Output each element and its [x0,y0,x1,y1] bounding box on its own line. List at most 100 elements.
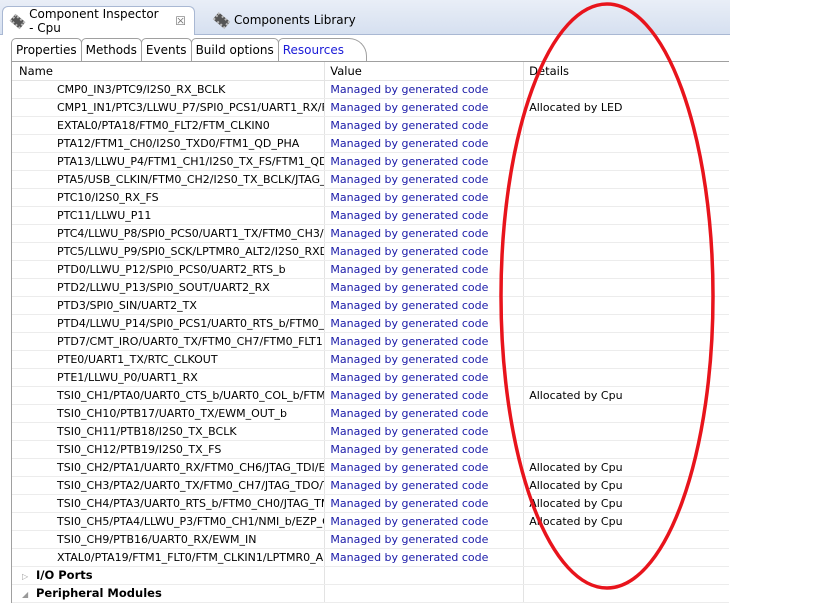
pin-value[interactable]: Managed by generated code [325,405,525,422]
tree-group-io-ports[interactable]: ▷ I/O Ports [12,567,729,585]
pin-value[interactable]: Managed by generated code [325,153,525,170]
pin-details [524,189,729,206]
table-row[interactable]: PTD0/LLWU_P12/SPI0_PCS0/UART2_RTS_b Manag… [12,261,729,279]
pin-value[interactable]: Managed by generated code [325,117,525,134]
pin-name: TSI0_CH11/PTB18/I2S0_TX_BCLK [12,423,326,440]
table-row[interactable]: PTD7/CMT_IRO/UART0_TX/FTM0_CH7/FTM0_FLT1… [12,333,729,351]
table-row[interactable]: CMP1_IN1/PTC3/LLWU_P7/SPI0_PCS1/UART1_RX… [12,99,729,117]
table-row[interactable]: TSI0_CH9/PTB16/UART0_RX/EWM_IN Managed by… [12,531,729,549]
expand-triangle-icon[interactable]: ▷ [22,568,36,584]
tab-build-options[interactable]: Build options [190,38,279,61]
table-row[interactable]: PTD4/LLWU_P14/SPI0_PCS1/UART0_RTS_b/FTM0… [12,315,729,333]
pin-details [524,441,729,458]
table-row[interactable]: PTC4/LLWU_P8/SPI0_PCS0/UART1_TX/FTM0_CH3… [12,225,729,243]
pin-details [524,261,729,278]
close-icon[interactable]: ☒ [175,14,186,28]
pin-name: CMP1_IN1/PTC3/LLWU_P7/SPI0_PCS1/UART1_RX… [12,99,326,116]
pin-value[interactable]: Managed by generated code [325,369,525,386]
pin-value[interactable]: Managed by generated code [325,423,525,440]
pin-name: PTA5/USB_CLKIN/FTM0_CH2/I2S0_TX_BCLK/JTA… [12,171,326,188]
group-label: I/O Ports [36,568,93,582]
pin-name: PTA13/LLWU_P4/FTM1_CH1/I2S0_TX_FS/FTM1_Q… [12,153,326,170]
pin-details [524,369,729,386]
table-row[interactable]: TSI0_CH12/PTB19/I2S0_TX_FS Managed by gen… [12,441,729,459]
pin-value[interactable]: Managed by generated code [325,297,525,314]
collapse-triangle-icon[interactable]: ◢ [22,586,36,602]
table-row[interactable]: PTA5/USB_CLKIN/FTM0_CH2/I2S0_TX_BCLK/JTA… [12,171,729,189]
pin-value[interactable]: Managed by generated code [325,99,525,116]
tab-events[interactable]: Events [140,38,192,61]
pin-value[interactable]: Managed by generated code [325,513,525,530]
tab-methods[interactable]: Methods [80,38,142,61]
pin-details [524,423,729,440]
table-row[interactable]: PTA12/FTM1_CH0/I2S0_TXD0/FTM1_QD_PHA Mana… [12,135,729,153]
table-row[interactable]: PTC11/LLWU_P11 Managed by generated code [12,207,729,225]
pin-details [524,117,729,134]
table-row[interactable]: PTA13/LLWU_P4/FTM1_CH1/I2S0_TX_FS/FTM1_Q… [12,153,729,171]
tab-components-library[interactable]: Components Library [206,6,364,34]
tab-properties[interactable]: Properties [11,38,82,61]
pin-value[interactable]: Managed by generated code [325,171,525,188]
pin-name: TSI0_CH2/PTA1/UART0_RX/FTM0_CH6/JTAG_TDI… [12,459,326,476]
inspector-tabs: Properties Methods Events Build options … [11,38,367,61]
pin-value[interactable]: Managed by generated code [325,207,525,224]
pin-value[interactable]: Managed by generated code [325,387,525,404]
pin-value[interactable]: Managed by generated code [325,351,525,368]
pin-details [524,135,729,152]
pin-name: PTD4/LLWU_P14/SPI0_PCS1/UART0_RTS_b/FTM0… [12,315,326,332]
pin-value[interactable]: Managed by generated code [325,459,525,476]
table-row[interactable]: TSI0_CH4/PTA3/UART0_RTS_b/FTM0_CH0/JTAG_… [12,495,729,513]
pin-value[interactable]: Managed by generated code [325,243,525,260]
column-header-value[interactable]: Value [325,62,525,80]
table-row[interactable]: PTE0/UART1_TX/RTC_CLKOUT Managed by gener… [12,351,729,369]
pin-name: PTC10/I2S0_RX_FS [12,189,326,206]
pin-value[interactable]: Managed by generated code [325,441,525,458]
tab-resources[interactable]: Resources [277,38,367,61]
pin-details [524,297,729,314]
column-header-name[interactable]: Name [12,62,326,80]
pin-value[interactable]: Managed by generated code [325,279,525,296]
pin-details: Allocated by Cpu [529,389,623,402]
table-row[interactable]: PTD2/LLWU_P13/SPI0_SOUT/UART2_RX Managed … [12,279,729,297]
pin-value[interactable]: Managed by generated code [325,225,525,242]
tree-group-peripheral-modules[interactable]: ◢ Peripheral Modules [12,585,729,603]
pin-value[interactable]: Managed by generated code [325,189,525,206]
table-row[interactable]: CMP0_IN3/PTC9/I2S0_RX_BCLK Managed by gen… [12,81,729,99]
pin-details [524,531,729,548]
component-chip-icon [9,13,26,29]
pin-value[interactable]: Managed by generated code [325,315,525,332]
pin-details [524,405,729,422]
table-row[interactable]: PTD3/SPI0_SIN/UART2_TX Managed by generat… [12,297,729,315]
table-row[interactable]: TSI0_CH11/PTB18/I2S0_TX_BCLK Managed by g… [12,423,729,441]
pin-name: PTD0/LLWU_P12/SPI0_PCS0/UART2_RTS_b [12,261,326,278]
table-row[interactable]: EXTAL0/PTA18/FTM0_FLT2/FTM_CLKIN0 Managed… [12,117,729,135]
table-row[interactable]: PTC5/LLWU_P9/SPI0_SCK/LPTMR0_ALT2/I2S0_R… [12,243,729,261]
table-row[interactable]: TSI0_CH5/PTA4/LLWU_P3/FTM0_CH1/NMI_b/EZP… [12,513,729,531]
tab-component-inspector[interactable]: Component Inspector - Cpu ☒ [2,6,195,35]
resources-table: Name Value Details CMP0_IN3/PTC9/I2S0_RX… [11,61,729,603]
pin-value[interactable]: Managed by generated code [325,261,525,278]
table-row[interactable]: TSI0_CH3/PTA2/UART0_TX/FTM0_CH7/JTAG_TDO… [12,477,729,495]
table-row[interactable]: TSI0_CH2/PTA1/UART0_RX/FTM0_CH6/JTAG_TDI… [12,459,729,477]
tab-label: Components Library [234,13,356,27]
editor-tab-bar: Component Inspector - Cpu ☒ Components L… [0,0,730,35]
pin-details [524,549,729,566]
pin-value[interactable]: Managed by generated code [325,81,525,98]
pin-name: PTC11/LLWU_P11 [12,207,326,224]
pin-name: XTAL0/PTA19/FTM1_FLT0/FTM_CLKIN1/LPTMR0_… [12,549,326,566]
group-label: Peripheral Modules [36,586,162,600]
table-row[interactable]: TSI0_CH1/PTA0/UART0_CTS_b/UART0_COL_b/FT… [12,387,729,405]
table-row[interactable]: TSI0_CH10/PTB17/UART0_TX/EWM_OUT_b Manage… [12,405,729,423]
column-header-details[interactable]: Details [524,62,729,80]
table-row[interactable]: XTAL0/PTA19/FTM1_FLT0/FTM_CLKIN1/LPTMR0_… [12,549,729,567]
pin-value[interactable]: Managed by generated code [325,549,525,566]
pin-value[interactable]: Managed by generated code [325,477,525,494]
pin-value[interactable]: Managed by generated code [325,495,525,512]
table-row[interactable]: PTE1/LLWU_P0/UART1_RX Managed by generate… [12,369,729,387]
pin-value[interactable]: Managed by generated code [325,135,525,152]
pin-value[interactable]: Managed by generated code [325,333,525,350]
pin-value[interactable]: Managed by generated code [325,531,525,548]
table-row[interactable]: PTC10/I2S0_RX_FS Managed by generated cod… [12,189,729,207]
pin-details: Allocated by Cpu [529,497,623,510]
pin-name: EXTAL0/PTA18/FTM0_FLT2/FTM_CLKIN0 [12,117,326,134]
